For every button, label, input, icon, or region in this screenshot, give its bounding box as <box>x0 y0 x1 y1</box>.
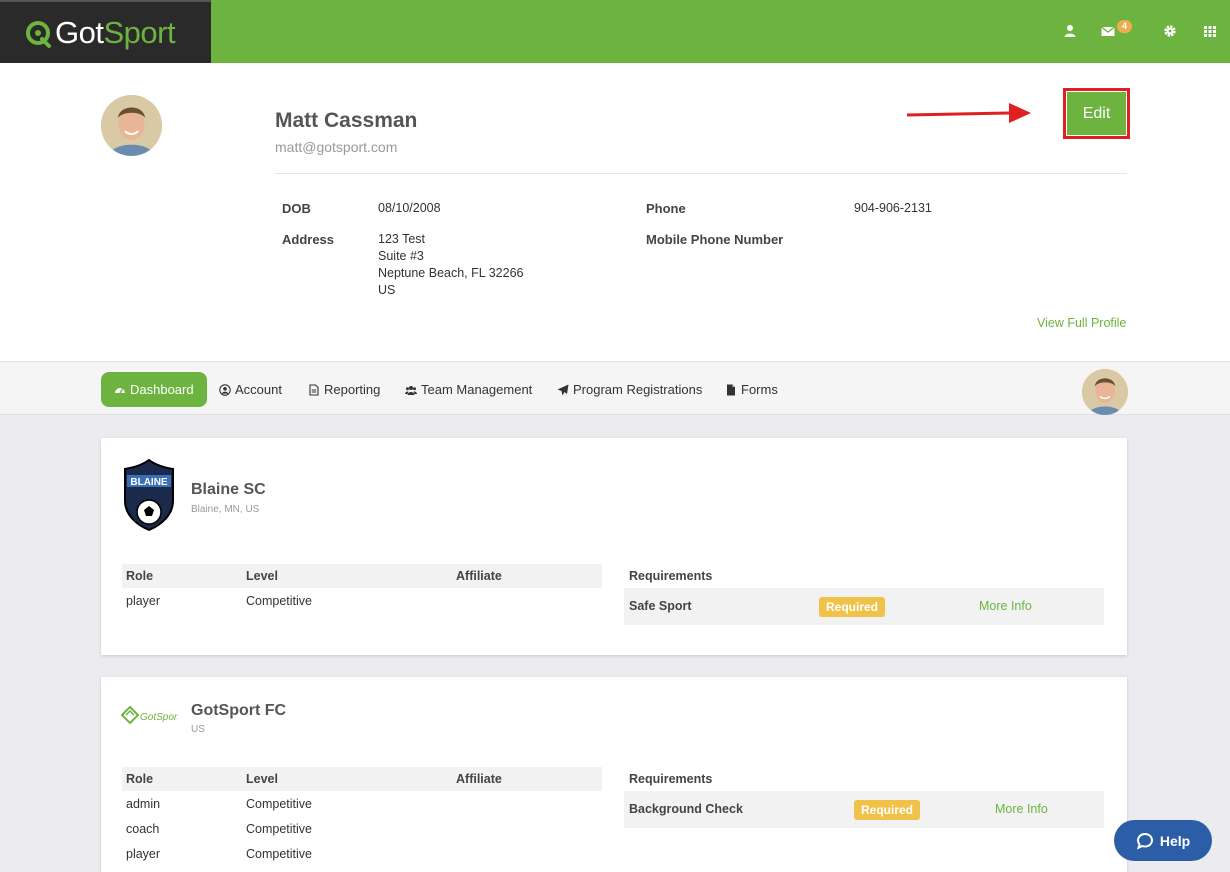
profile-photo-icon <box>1082 369 1128 415</box>
address-line: US <box>378 283 396 297</box>
tab-label: Forms <box>741 382 778 397</box>
phone-value: 904-906-2131 <box>854 201 932 215</box>
profile-photo-icon <box>101 95 162 156</box>
club-name: Blaine SC <box>191 481 266 498</box>
role-column-header: Role <box>126 772 154 786</box>
affiliate-column-header: Affiliate <box>456 569 502 583</box>
user-circle-icon <box>219 383 231 396</box>
view-full-profile-link[interactable]: View Full Profile <box>1037 316 1126 330</box>
nav-avatar[interactable] <box>1082 369 1128 415</box>
profile-divider <box>275 173 1127 174</box>
svg-text:BLAINE: BLAINE <box>130 477 168 488</box>
tab-forms[interactable]: Forms <box>725 372 778 407</box>
more-info-link[interactable]: More Info <box>995 802 1048 816</box>
requirement-name: Background Check <box>629 802 743 816</box>
club-card: BLAINE Blaine SC Blaine, MN, US Role Lev… <box>101 438 1127 655</box>
brand-sport: Sport <box>103 15 176 50</box>
club-location: Blaine, MN, US <box>191 504 260 515</box>
more-info-link[interactable]: More Info <box>979 599 1032 613</box>
help-label: Help <box>1159 832 1191 849</box>
avatar <box>101 95 162 156</box>
user-icon[interactable] <box>1062 23 1078 39</box>
address-value: 123 Test Suite #3 Neptune Beach, FL 3226… <box>378 231 523 299</box>
level-cell: Competitive <box>246 822 312 836</box>
requirements-header: Requirements <box>629 772 713 786</box>
dob-label: DOB <box>282 201 311 216</box>
tab-label: Dashboard <box>130 382 194 397</box>
document-icon <box>309 383 319 396</box>
tab-program-registrations[interactable]: Program Registrations <box>557 372 702 407</box>
role-cell: admin <box>126 797 161 811</box>
dob-value: 08/10/2008 <box>378 201 441 215</box>
status-badge: Required <box>819 597 886 617</box>
phone-label: Phone <box>646 201 686 216</box>
club-card: GotSport GotSport FC US Role Level Affil… <box>101 677 1127 872</box>
gotsport-logo-text: GotSport <box>140 712 178 723</box>
edit-button[interactable]: Edit <box>1067 92 1126 135</box>
affiliate-column-header: Affiliate <box>456 772 502 786</box>
envelope-icon[interactable] <box>1100 23 1116 39</box>
address-label: Address <box>282 232 335 247</box>
annotation-arrow-icon <box>906 103 1031 123</box>
tab-label: Team Management <box>421 382 533 397</box>
tab-label: Program Registrations <box>573 382 703 397</box>
mobile-phone-label: Mobile Phone Number <box>646 232 784 247</box>
tab-label: Reporting <box>324 382 381 397</box>
tab-team-management[interactable]: Team Management <box>405 372 532 407</box>
level-cell: Competitive <box>246 847 312 861</box>
tab-account[interactable]: Account <box>219 372 282 407</box>
requirement-row: Background Check Required More Info <box>624 791 1104 828</box>
tab-dashboard[interactable]: Dashboard <box>101 372 207 407</box>
mail-count-badge: 4 <box>1117 20 1133 33</box>
requirement-row: Safe Sport Required More Info <box>624 588 1104 625</box>
requirement-name: Safe Sport <box>629 599 692 613</box>
profile-section: Matt Cassman matt@gotsport.com Edit DOB … <box>0 63 1230 361</box>
role-column-header: Role <box>126 569 154 583</box>
gotsport-logo-icon <box>26 21 51 48</box>
chat-bubble-icon <box>1136 832 1153 850</box>
brand-got: Got <box>55 15 104 50</box>
level-cell: Competitive <box>246 594 312 608</box>
tab-reporting[interactable]: Reporting <box>308 372 380 407</box>
paper-plane-icon <box>557 384 569 395</box>
dashboard-icon <box>115 387 125 393</box>
status-badge: Required <box>854 800 921 820</box>
requirements-header: Requirements <box>629 569 713 583</box>
role-cell: player <box>126 594 161 608</box>
brand-wordmark: GotSport <box>55 15 176 51</box>
level-column-header: Level <box>246 569 278 583</box>
club-name: GotSport FC <box>191 702 287 719</box>
apps-grid-icon[interactable] <box>1202 23 1218 39</box>
gear-icon[interactable] <box>1162 23 1178 39</box>
help-button[interactable]: Help <box>1114 820 1212 861</box>
users-icon <box>405 385 417 395</box>
brand-logo[interactable]: GotSport <box>0 0 211 63</box>
role-cell: player <box>126 847 161 861</box>
address-line: Neptune Beach, FL 32266 <box>378 266 524 280</box>
tab-label: Account <box>235 382 282 397</box>
address-line: 123 Test <box>378 232 426 246</box>
dashboard-nav: Dashboard Account Reporting Team Managem… <box>0 361 1230 415</box>
roles-table-header: Role Level Affiliate <box>122 564 602 588</box>
level-column-header: Level <box>246 772 278 786</box>
file-icon <box>727 384 735 395</box>
blaine-sc-crest-icon: BLAINE <box>124 459 174 531</box>
level-cell: Competitive <box>246 797 312 811</box>
role-cell: coach <box>126 822 160 836</box>
top-header: GotSport 4 <box>0 0 1230 63</box>
profile-name: Matt Cassman <box>275 109 418 132</box>
address-line: Suite #3 <box>378 249 424 263</box>
roles-table-header: Role Level Affiliate <box>122 767 602 791</box>
profile-email: matt@gotsport.com <box>275 139 398 155</box>
gotsport-fc-logo-icon: GotSport <box>120 705 178 725</box>
club-location: US <box>191 724 205 735</box>
